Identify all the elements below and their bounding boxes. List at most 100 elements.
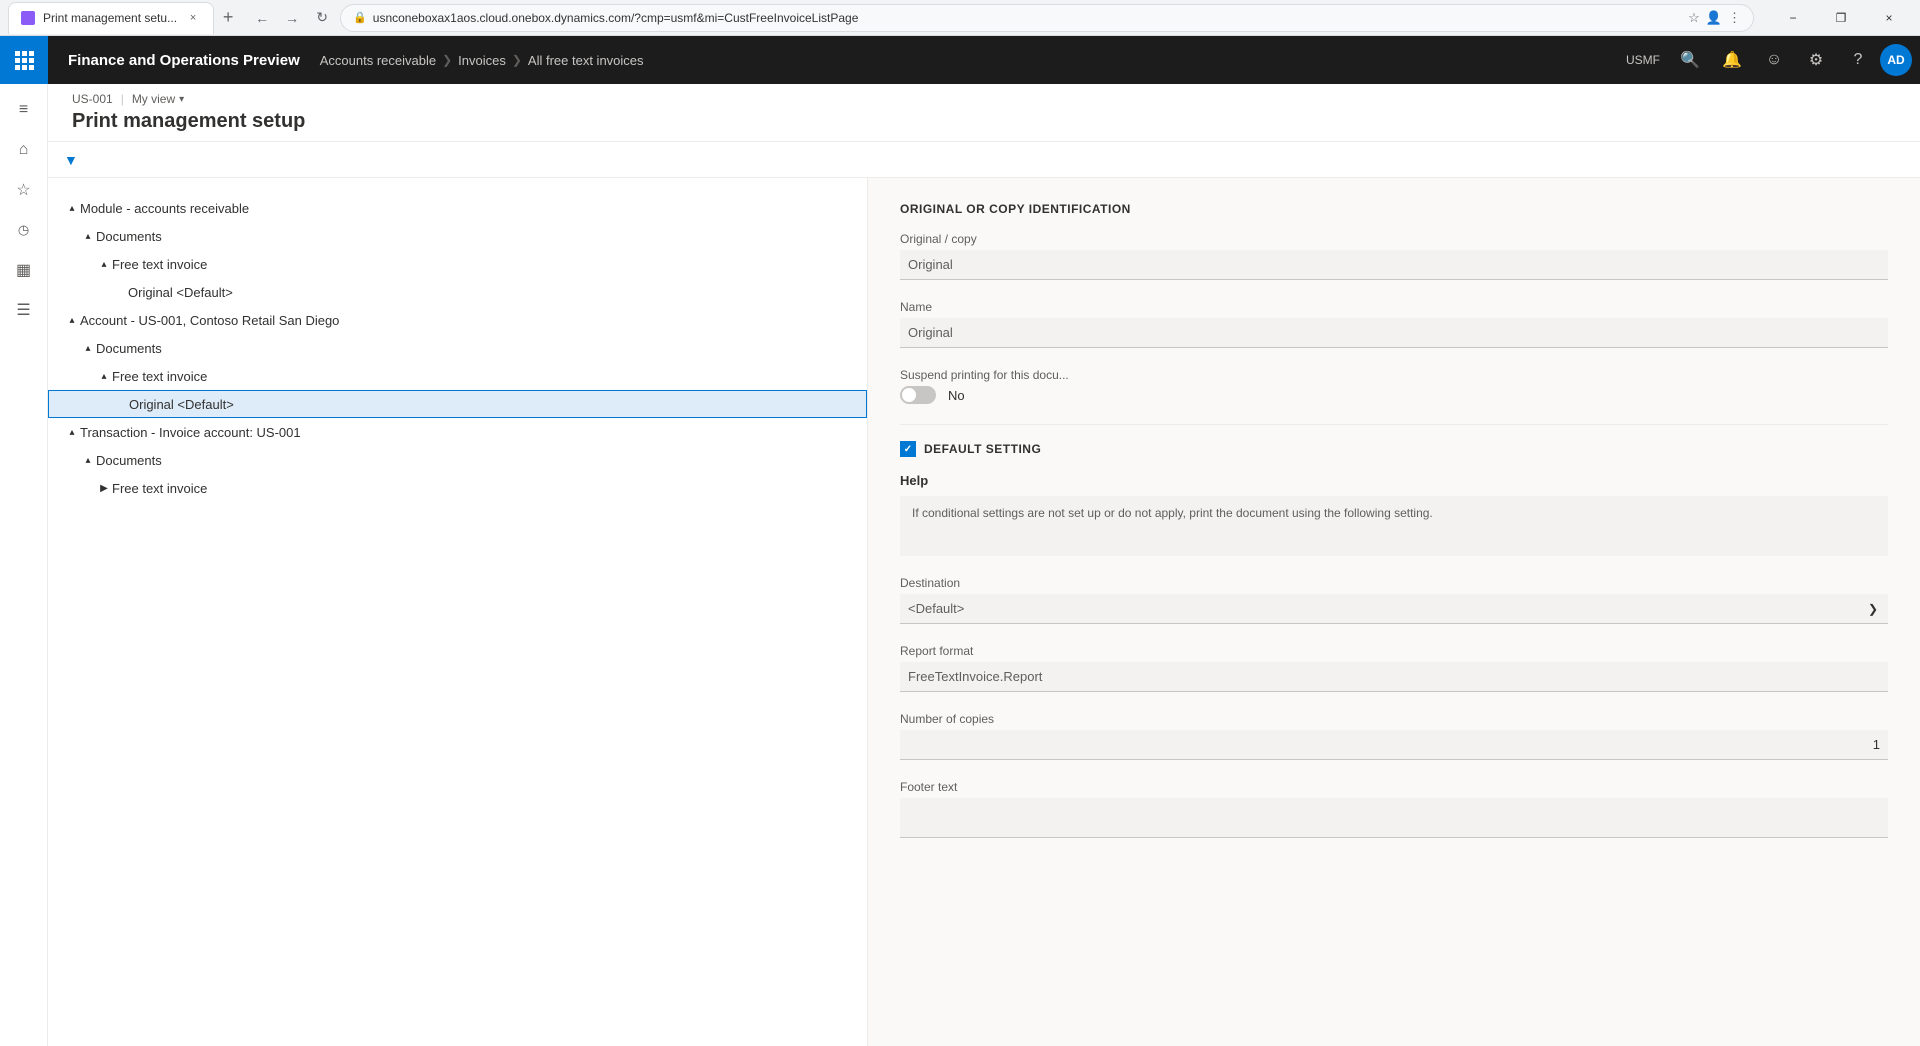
close-button[interactable]: × [1866,2,1912,34]
new-tab-button[interactable]: + [214,4,242,32]
tab-close-button[interactable]: × [185,10,201,26]
destination-row: <Default> ❯ [900,594,1888,624]
page-meta: US-001 | My view ▾ [72,92,1896,106]
waffle-grid [15,51,34,70]
default-setting-header: ✓ DEFAULT SETTING [900,441,1888,457]
tree-label-fti-transaction: Free text invoice [112,481,867,496]
star-icon[interactable]: ☆ [6,172,42,208]
home-icon[interactable]: ⌂ [6,132,42,168]
list-icon[interactable]: ☰ [6,292,42,328]
browser-chrome: Print management setu... × + ← → ↻ 🔒 usn… [0,0,1920,36]
usmf-label: USMF [1618,53,1668,67]
original-copy-input[interactable]: Original [900,250,1888,280]
url-text: usnconeboxax1aos.cloud.onebox.dynamics.c… [373,11,859,25]
tree-item-original-module[interactable]: Original <Default> [48,278,867,306]
smiley-button[interactable]: ☺ [1754,40,1794,80]
refresh-button[interactable]: ↻ [310,6,334,30]
settings-button[interactable]: ⚙ [1796,40,1836,80]
waffle-menu-button[interactable] [0,36,48,84]
report-format-input[interactable]: FreeTextInvoice.Report [900,662,1888,692]
field-group-original-copy: Original / copy Original [900,232,1888,280]
report-format-label: Report format [900,644,1888,658]
tree-item-documents-transaction[interactable]: ▴ Documents [48,446,867,474]
tree-item-fti-transaction[interactable]: ▶ Free text invoice [48,474,867,502]
tree-item-fti-account[interactable]: ▴ Free text invoice [48,362,867,390]
destination-value: <Default> [908,601,964,616]
tree-label-documents-account: Documents [96,341,867,356]
app-title: Finance and Operations Preview [48,52,320,69]
breadcrumb-invoices[interactable]: Invoices [458,53,506,68]
suspend-toggle-row: No [900,386,1888,404]
suspend-toggle-label: No [948,388,965,403]
tree-label-documents-transaction: Documents [96,453,867,468]
user-profile-icon[interactable]: 👤 [1706,10,1722,26]
expand-module-icon: ▴ [64,200,80,216]
address-bar[interactable]: 🔒 usnconeboxax1aos.cloud.onebox.dynamics… [340,4,1754,32]
expand-fti-module-icon: ▴ [96,256,112,272]
browser-tab-active[interactable]: Print management setu... × [8,2,214,34]
chevron-right-icon: ❯ [1868,602,1878,616]
breadcrumb-accounts-receivable[interactable]: Accounts receivable [320,53,436,68]
more-options-icon[interactable]: ⋮ [1728,10,1741,26]
view-selector[interactable]: My view ▾ [132,92,184,106]
tree-item-documents-account[interactable]: ▴ Documents [48,334,867,362]
tree-item-fti-module[interactable]: ▴ Free text invoice [48,250,867,278]
calendar-icon[interactable]: ▦ [6,252,42,288]
name-value: Original [908,325,953,340]
forward-button[interactable]: → [280,6,304,30]
footer-text-input[interactable] [900,798,1888,838]
original-copy-label: Original / copy [900,232,1888,246]
original-copy-value: Original [908,257,953,272]
view-label: My view [132,92,175,106]
breadcrumb-all-free-text[interactable]: All free text invoices [528,53,644,68]
filter-icon: ▼ [64,152,78,168]
nav-right: USMF 🔍 🔔 ☺ ⚙ ? AD [1618,40,1920,80]
help-button[interactable]: ? [1838,40,1878,80]
user-avatar[interactable]: AD [1880,44,1912,76]
field-group-copies: Number of copies 1 [900,712,1888,760]
recent-icon[interactable]: ◷ [6,212,42,248]
tree-label-fti-account: Free text invoice [112,369,867,384]
tab-favicon [21,11,35,25]
copies-input[interactable]: 1 [900,730,1888,760]
hamburger-icon[interactable]: ≡ [6,92,42,128]
star-bookmark-icon[interactable]: ☆ [1688,10,1700,26]
destination-expand-button[interactable]: ❯ [1858,594,1888,624]
suspend-label: Suspend printing for this docu... [900,368,1888,382]
tree-panel: ▴ Module - accounts receivable ▴ Documen… [48,178,868,1046]
tree-item-documents-module[interactable]: ▴ Documents [48,222,867,250]
default-setting-checkbox[interactable]: ✓ [900,441,916,457]
tree-label-account: Account - US-001, Contoso Retail San Die… [80,313,867,328]
field-group-help: Help If conditional settings are not set… [900,473,1888,556]
filter-button[interactable]: ▼ [56,146,86,174]
suspend-toggle[interactable] [900,386,936,404]
tree-item-account[interactable]: ▴ Account - US-001, Contoso Retail San D… [48,306,867,334]
search-button[interactable]: 🔍 [1670,40,1710,80]
default-setting-title: DEFAULT SETTING [924,442,1041,456]
lock-icon: 🔒 [353,11,367,24]
minimize-button[interactable]: − [1770,2,1816,34]
breadcrumb-sep-1: ❯ [442,53,452,67]
tree-label-documents-module: Documents [96,229,867,244]
expand-account-icon: ▴ [64,312,80,328]
restore-button[interactable]: ❐ [1818,2,1864,34]
tree-item-original-account-selected[interactable]: Original <Default> [48,390,867,418]
copies-label: Number of copies [900,712,1888,726]
notifications-button[interactable]: 🔔 [1712,40,1752,80]
body-split: ▴ Module - accounts receivable ▴ Documen… [48,178,1920,1046]
app-wrapper: Finance and Operations Preview Accounts … [0,36,1920,1046]
tree-item-module[interactable]: ▴ Module - accounts receivable [48,194,867,222]
tree-item-transaction[interactable]: ▴ Transaction - Invoice account: US-001 [48,418,867,446]
page-title: Print management setup [72,110,1896,141]
destination-input[interactable]: <Default> [900,594,1858,624]
name-input[interactable]: Original [900,318,1888,348]
back-button[interactable]: ← [250,6,274,30]
expand-fti-account-icon: ▴ [96,368,112,384]
expand-docs-module-icon: ▴ [80,228,96,244]
toolbar: ▼ [48,142,1920,178]
expand-original-account-icon [113,396,129,412]
top-navigation: Finance and Operations Preview Accounts … [0,36,1920,84]
field-group-footer: Footer text [900,780,1888,838]
field-group-destination: Destination <Default> ❯ [900,576,1888,624]
checkmark-icon: ✓ [904,444,912,455]
